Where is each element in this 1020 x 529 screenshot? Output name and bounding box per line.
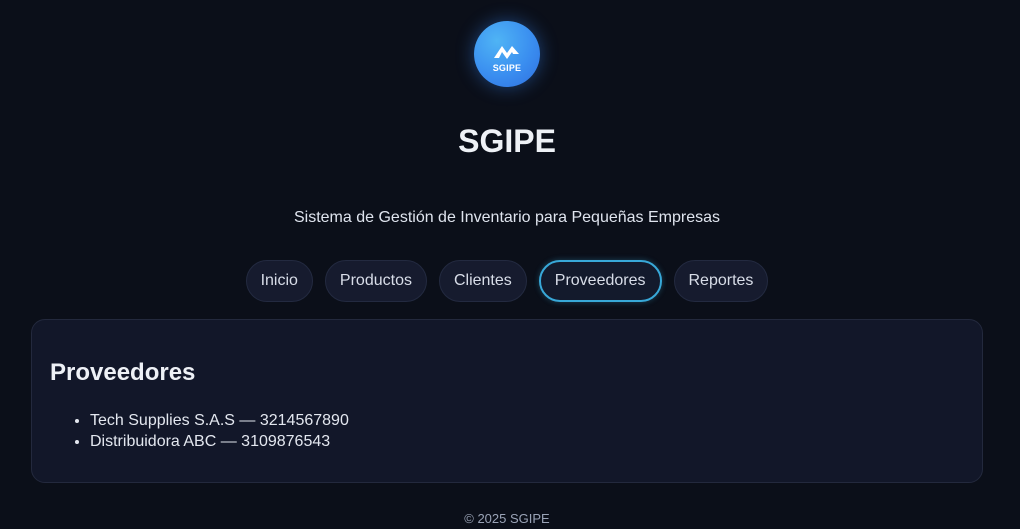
app-title: SGIPE (458, 123, 556, 159)
tab-clientes[interactable]: Clientes (438, 260, 527, 302)
logo-text: SGIPE (492, 63, 522, 73)
list-item: Distribuidora ABC — 3109876543 (90, 431, 964, 452)
tab-reportes[interactable]: Reportes (673, 260, 769, 302)
logo-mark-icon (494, 46, 519, 59)
tab-productos[interactable]: Productos (324, 260, 427, 302)
sgipe-logo-icon: SGIPE (474, 21, 540, 87)
supplier-list: Tech Supplies S.A.S — 3214567890 Distrib… (50, 410, 964, 452)
main-nav: Inicio Productos Clientes Proveedores Re… (0, 260, 1014, 302)
app-subtitle: Sistema de Gestión de Inventario para Pe… (293, 209, 721, 226)
section-title: Proveedores (50, 359, 196, 386)
list-item: Tech Supplies S.A.S — 3214567890 (90, 410, 964, 431)
footer-copyright: © 2025 SGIPE (464, 511, 550, 526)
suppliers-panel: Proveedores Tech Supplies S.A.S — 321456… (31, 319, 983, 483)
tab-inicio[interactable]: Inicio (245, 260, 313, 302)
tab-proveedores[interactable]: Proveedores (538, 260, 662, 302)
